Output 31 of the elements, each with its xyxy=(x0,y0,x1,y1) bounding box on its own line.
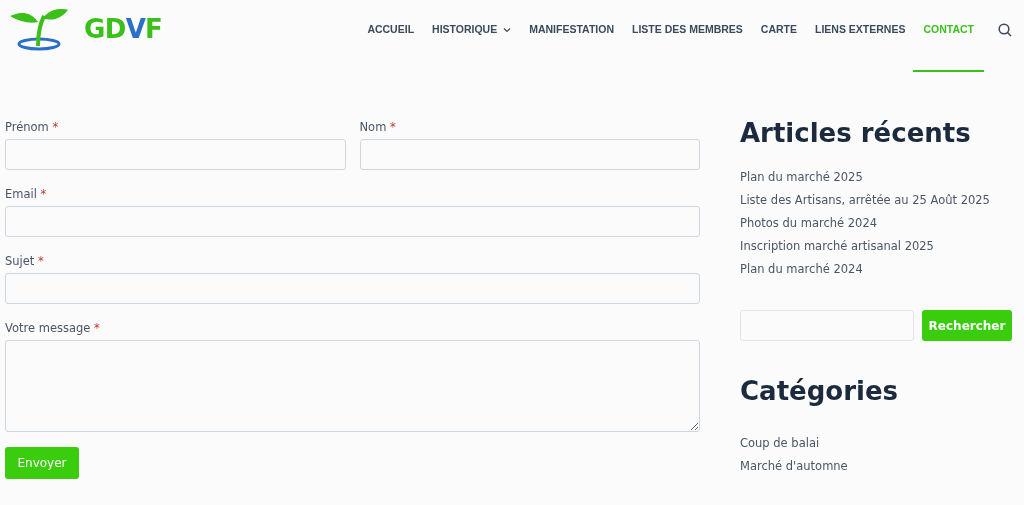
field-label: Votre message * xyxy=(5,321,101,336)
widget-heading: Catégories xyxy=(740,375,899,407)
nav-link[interactable]: HISTORIQUE xyxy=(432,18,512,42)
message-field[interactable] xyxy=(5,340,700,432)
field-label: Nom * xyxy=(359,120,397,135)
input-field[interactable] xyxy=(359,139,700,170)
search-icon[interactable] xyxy=(998,22,1012,37)
field-label: Prénom * xyxy=(5,120,60,135)
sidebar-link[interactable]: Coup de balai xyxy=(740,436,820,450)
sidebar-link[interactable]: Marché d'automne xyxy=(740,459,848,473)
input-field[interactable] xyxy=(5,206,700,237)
nav-link[interactable]: CARTE xyxy=(760,18,797,42)
nav-link[interactable]: LIENS EXTERNES xyxy=(815,18,906,42)
widget-heading: Articles récents xyxy=(740,117,972,149)
input-field[interactable] xyxy=(5,273,700,304)
sidebar-link[interactable]: Plan du marché 2024 xyxy=(740,262,863,276)
field-label: Email * xyxy=(5,187,48,202)
nav-link[interactable]: LISTE DES MEMBRES xyxy=(632,18,743,42)
nav-link[interactable]: ACCUEIL xyxy=(367,18,415,42)
sidebar-link[interactable]: Plan du marché 2025 xyxy=(740,170,863,184)
sidebar-link[interactable]: Photos du marché 2024 xyxy=(740,216,878,230)
sidebar-link[interactable]: Inscription marché artisanal 2025 xyxy=(740,239,934,253)
input-field[interactable] xyxy=(5,139,346,170)
chevron-down-icon xyxy=(503,26,512,33)
search-field[interactable] xyxy=(740,310,914,341)
nav-link[interactable]: MANIFESTATION xyxy=(529,18,614,42)
logo-text[interactable]: GDVF xyxy=(84,9,163,49)
sprout-logo-icon xyxy=(8,6,70,52)
active-underline xyxy=(913,70,984,72)
sidebar-link[interactable]: Liste des Artisans, arrêtée au 25 Août 2025 xyxy=(740,193,990,207)
field-label: Sujet * xyxy=(5,254,45,269)
